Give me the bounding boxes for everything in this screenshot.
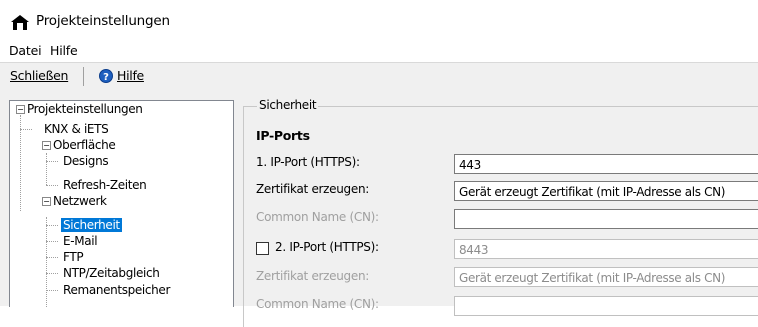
- tree-connector: [46, 241, 58, 242]
- cert1-select[interactable]: Gerät erzeugt Zertifikat (mit IP-Adresse…: [454, 181, 758, 201]
- tree-connector: [46, 273, 58, 274]
- cert2-label: Zertifikat erzeugen:: [256, 269, 369, 283]
- title-bar: Projekteinstellungen: [0, 0, 758, 38]
- tree-connector: [46, 290, 58, 291]
- port1-label: 1. IP-Port (HTTPS):: [256, 155, 360, 169]
- tree-item-knx-iets[interactable]: KNX & iETS: [44, 122, 109, 136]
- port2-checkbox[interactable]: [256, 242, 269, 255]
- collapse-icon[interactable]: −: [16, 105, 25, 114]
- menu-datei[interactable]: Datei: [9, 43, 42, 58]
- tree-item-ftp[interactable]: FTP: [63, 250, 84, 264]
- tree-connector: [46, 153, 47, 185]
- tree-item-projekteinstellungen[interactable]: Projekteinstellungen: [27, 102, 143, 116]
- tree-connector: [46, 257, 58, 258]
- cn2-label: Common Name (CN):: [256, 297, 379, 311]
- tree-item-email[interactable]: E-Mail: [63, 234, 98, 248]
- menu-hilfe[interactable]: Hilfe: [50, 43, 78, 58]
- cn1-input[interactable]: [454, 209, 758, 229]
- cert2-select[interactable]: Gerät erzeugt Zertifikat (mit IP-Adresse…: [454, 267, 758, 287]
- tree-connector: [46, 225, 58, 226]
- group-title: Sicherheit: [257, 98, 319, 112]
- tree-item-designs[interactable]: Designs: [63, 154, 109, 168]
- toolbar-separator: [83, 67, 84, 86]
- tree-connector: [46, 217, 47, 307]
- svg-text:?: ?: [103, 72, 109, 83]
- collapse-icon[interactable]: −: [42, 141, 51, 150]
- tree-connector: [46, 185, 58, 186]
- cert1-label: Zertifikat erzeugen:: [256, 182, 369, 196]
- tree-item-oberflaeche[interactable]: Oberfläche: [53, 138, 116, 152]
- tree-item-remanentspeicher[interactable]: Remanentspeicher: [63, 283, 170, 297]
- collapse-icon[interactable]: −: [42, 197, 51, 206]
- window-title: Projekteinstellungen: [36, 13, 170, 29]
- toolbar: [0, 62, 758, 94]
- tree-connector: [20, 129, 32, 130]
- tree-connector: [46, 161, 58, 162]
- port1-input[interactable]: 443: [454, 154, 758, 174]
- tree-item-ntp[interactable]: NTP/Zeitabgleich: [63, 266, 160, 280]
- tree-item-refresh-zeiten[interactable]: Refresh-Zeiten: [63, 178, 147, 192]
- cn1-label: Common Name (CN):: [256, 210, 379, 224]
- menu-bar: [0, 39, 758, 62]
- port2-label: 2. IP-Port (HTTPS):: [275, 240, 379, 254]
- close-button[interactable]: Schließen: [10, 68, 68, 83]
- section-title: IP-Ports: [256, 128, 310, 143]
- settings-tree[interactable]: − Projekteinstellungen KNX & iETS − Ober…: [9, 100, 234, 307]
- cn2-input[interactable]: [454, 296, 758, 316]
- tree-item-sicherheit[interactable]: Sicherheit: [61, 218, 122, 232]
- help-button[interactable]: Hilfe: [117, 68, 144, 83]
- help-icon[interactable]: ?: [99, 69, 113, 83]
- tree-item-netzwerk[interactable]: Netzwerk: [53, 194, 107, 208]
- house-icon: [11, 15, 29, 30]
- port2-input[interactable]: 8443: [454, 239, 758, 259]
